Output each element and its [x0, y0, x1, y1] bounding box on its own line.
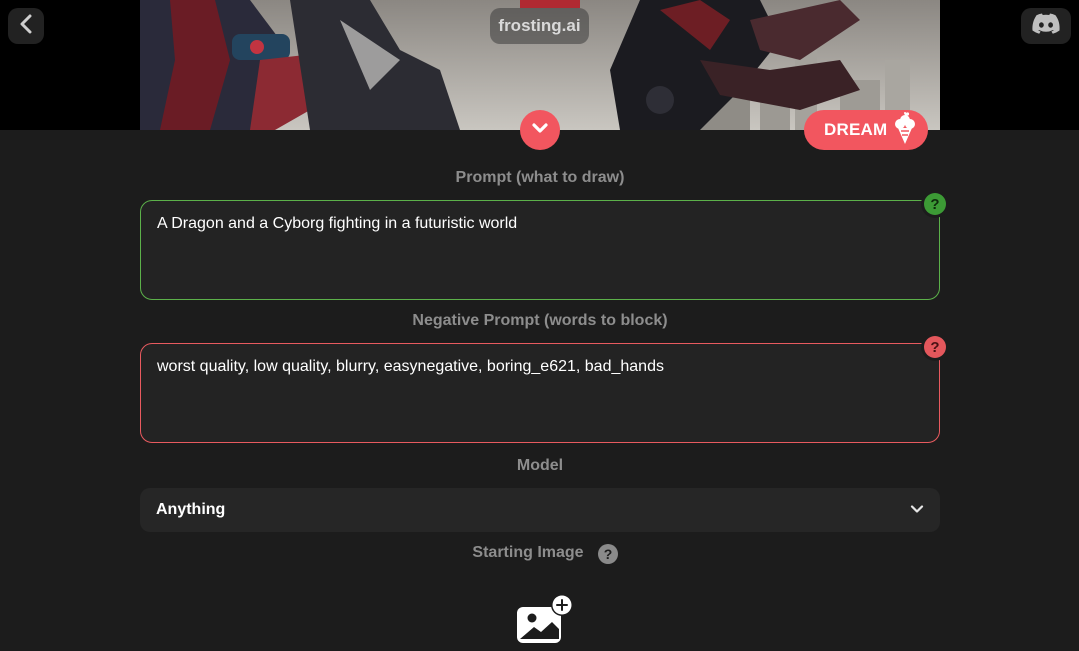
- prompt-label: Prompt (what to draw): [455, 169, 625, 186]
- model-label: Model: [516, 457, 564, 474]
- chevron-down-icon: [910, 501, 924, 519]
- negative-prompt-input[interactable]: worst quality, low quality, blurry, easy…: [140, 343, 940, 443]
- dream-button[interactable]: DREAM: [804, 110, 928, 150]
- negative-prompt-label: Negative Prompt (words to block): [412, 312, 668, 329]
- back-button[interactable]: [8, 8, 44, 44]
- add-image-icon: [512, 594, 576, 650]
- prompt-input[interactable]: A Dragon and a Cyborg fighting in a futu…: [140, 200, 940, 300]
- dream-button-label: DREAM: [824, 120, 888, 139]
- brand-logo: frosting.ai: [490, 8, 589, 44]
- starting-image-help-icon[interactable]: ?: [598, 544, 618, 564]
- prompt-help-icon[interactable]: ?: [924, 193, 946, 215]
- chevron-down-icon: [531, 121, 549, 139]
- model-selected-value: Anything: [156, 501, 226, 518]
- ice-cream-cone-icon: [893, 111, 917, 150]
- starting-image-label: Starting Image: [472, 544, 584, 561]
- chevron-left-icon: [19, 14, 33, 39]
- upload-starting-image-button[interactable]: [512, 594, 576, 646]
- discord-icon: [1032, 13, 1060, 39]
- negative-prompt-help-icon[interactable]: ?: [924, 336, 946, 358]
- collapse-image-button[interactable]: [520, 110, 560, 150]
- model-select[interactable]: Anything: [140, 488, 940, 532]
- discord-button[interactable]: [1021, 8, 1071, 44]
